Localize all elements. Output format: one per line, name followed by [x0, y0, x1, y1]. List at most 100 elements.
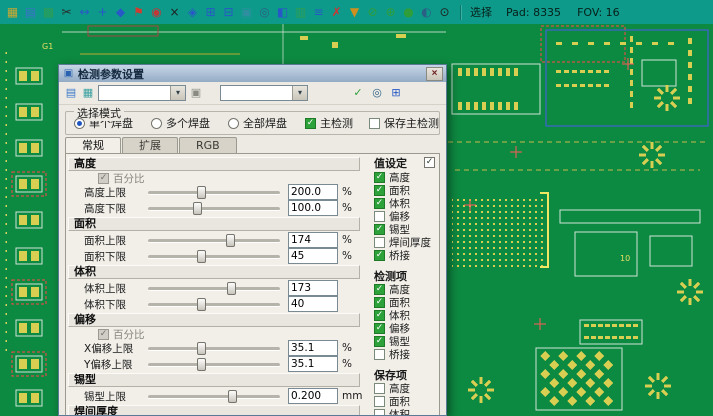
volume-upper-slider[interactable]	[148, 281, 280, 296]
checkbox-icon	[374, 237, 385, 248]
template-combobox-1[interactable]: ▾	[98, 85, 186, 101]
checkbox-icon	[374, 211, 385, 222]
volume-lower-input[interactable]	[288, 296, 338, 312]
camera-icon[interactable]: ◎	[369, 85, 385, 101]
chart-icon[interactable]: ▥	[292, 4, 309, 21]
save-check-volume[interactable]: 体积	[374, 408, 439, 416]
grid-icon[interactable]: ⊞	[388, 85, 404, 101]
offset-x-input[interactable]	[288, 340, 338, 356]
delete-icon[interactable]: ✗	[328, 4, 345, 21]
slider-thumb[interactable]	[226, 234, 235, 247]
height-upper-input[interactable]	[288, 184, 338, 200]
section-header-shape: 锡型	[68, 373, 360, 387]
volume-lower-slider[interactable]	[148, 297, 280, 312]
pcb-pad-array	[452, 193, 548, 267]
palette-icon[interactable]: ▩	[40, 4, 57, 21]
doc-icon[interactable]: ▤	[63, 85, 79, 101]
height-upper-slider[interactable]	[148, 185, 280, 200]
tab-extended[interactable]: 扩展	[122, 137, 178, 153]
chevron-down-icon[interactable]: ▾	[170, 86, 185, 100]
radio-all-pads[interactable]: 全部焊盘	[228, 115, 287, 131]
marker-icon[interactable]: ◉	[148, 4, 165, 21]
checkbox-label: 体积	[389, 407, 410, 416]
cells-icon[interactable]: ⊟	[220, 4, 237, 21]
checkbox-icon	[374, 224, 385, 235]
checkbox-label: 保存主检测	[384, 115, 439, 131]
radio-label: 多个焊盘	[166, 115, 210, 131]
board-icon[interactable]: ▦	[4, 4, 21, 21]
camera-icon[interactable]: ◎	[256, 4, 273, 21]
radio-multi-pad[interactable]: 多个焊盘	[151, 115, 210, 131]
slider-thumb[interactable]	[228, 390, 237, 403]
select-mode-button[interactable]: 选择	[470, 4, 492, 20]
move-cross-icon[interactable]: +	[94, 4, 111, 21]
checkbox-label: 桥接	[389, 347, 410, 362]
run-icon[interactable]: ●	[400, 4, 417, 21]
slider-thumb[interactable]	[227, 282, 236, 295]
slider-thumb[interactable]	[197, 186, 206, 199]
slider-thumb[interactable]	[197, 358, 206, 371]
page-icon[interactable]: ▣	[188, 85, 204, 101]
pcb-label-g1: G1	[42, 42, 53, 51]
offset-x-slider[interactable]	[148, 341, 280, 356]
general-tab-panel: 高度 百分比 高度上限 % 高度下限 % 面积	[65, 153, 440, 416]
checkbox-icon	[98, 329, 109, 340]
pin-red-icon[interactable]: ⚑	[130, 4, 147, 21]
value-check-bridge[interactable]: 桥接	[374, 249, 439, 262]
area-lower-input[interactable]	[288, 248, 338, 264]
offset-y-slider[interactable]	[148, 357, 280, 372]
tab-rgb[interactable]: RGB	[179, 137, 237, 153]
value-set-enable-checkbox[interactable]	[424, 157, 435, 168]
offset-percent-checkbox: 百分比	[98, 328, 364, 340]
drop-icon[interactable]: ▼	[346, 4, 363, 21]
checkbox-icon	[374, 409, 385, 416]
checkbox-label: 百分比	[113, 327, 145, 342]
close-mark-icon[interactable]: ×	[166, 4, 183, 21]
table-icon[interactable]: ⊞	[202, 4, 219, 21]
contrast-icon[interactable]: ◐	[418, 4, 435, 21]
shape-upper-input[interactable]	[288, 388, 338, 404]
checkbox-icon	[374, 284, 385, 295]
dialog-icon: ▣	[62, 68, 75, 79]
unit-label: %	[342, 358, 360, 370]
detect-check-bridge[interactable]: 桥接	[374, 348, 439, 361]
height-lower-slider[interactable]	[148, 201, 280, 216]
chevron-down-icon[interactable]: ▾	[292, 86, 307, 100]
layers-icon[interactable]: ▦	[80, 85, 96, 101]
section-header-offset: 偏移	[68, 313, 360, 327]
cut-icon[interactable]: ✂	[58, 4, 75, 21]
unit-label: %	[342, 234, 360, 246]
area-lower-slider[interactable]	[148, 249, 280, 264]
tab-general[interactable]: 常规	[65, 137, 121, 153]
slider-thumb[interactable]	[197, 298, 206, 311]
half-view-icon[interactable]: ◧	[274, 4, 291, 21]
target-select-icon[interactable]: ◈	[184, 4, 201, 21]
slider-thumb[interactable]	[193, 202, 202, 215]
height-lower-input[interactable]	[288, 200, 338, 216]
offset-y-input[interactable]	[288, 356, 338, 372]
layers-icon[interactable]: ▤	[22, 4, 39, 21]
volume-upper-input[interactable]	[288, 280, 338, 296]
area-upper-slider[interactable]	[148, 233, 280, 248]
image-icon[interactable]: ▣	[238, 4, 255, 21]
slider-label: 高度下限	[84, 201, 148, 216]
dot-icon[interactable]: ⊙	[436, 4, 453, 21]
template-combobox-2[interactable]: ▾	[220, 85, 308, 101]
disable-icon[interactable]: ⊘	[364, 4, 381, 21]
slider-thumb[interactable]	[197, 250, 206, 263]
checkbox-save-main-detect[interactable]: 保存主检测	[369, 115, 439, 131]
checkbox-main-detect[interactable]: 主检测	[305, 115, 353, 131]
dialog-titlebar[interactable]: ▣ 检测参数设置 ×	[59, 65, 446, 82]
list-icon[interactable]: ≡	[310, 4, 327, 21]
apply-check-icon[interactable]: ✓	[350, 85, 366, 101]
area-upper-input[interactable]	[288, 232, 338, 248]
radio-icon	[74, 118, 85, 129]
target-run-icon[interactable]: ⊕	[382, 4, 399, 21]
checkbox-icon	[98, 173, 109, 184]
shape-upper-slider[interactable]	[148, 389, 280, 404]
close-button[interactable]: ×	[426, 67, 443, 81]
slider-label: 体积下限	[84, 297, 148, 312]
slider-thumb[interactable]	[197, 342, 206, 355]
diamond-select-icon[interactable]: ◆	[112, 4, 129, 21]
move-horizontal-icon[interactable]: ↔	[76, 4, 93, 21]
